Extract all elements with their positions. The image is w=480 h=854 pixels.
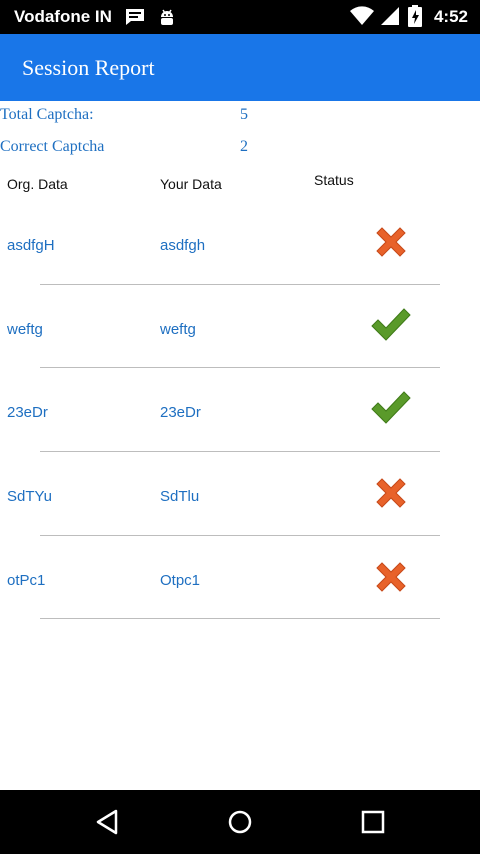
original-data-cell: otPc1 [7,572,46,589]
your-data-cell: asdfgh [160,237,206,254]
signal-icon [380,6,400,31]
column-header-yours: Your Data [160,176,222,192]
column-header-status: Status [314,172,354,188]
correct-check-icon [370,307,412,348]
message-icon [124,8,146,31]
your-data-cell: 23eDr [160,404,201,421]
total-captcha-label: Total Captcha: [0,106,94,123]
app-bar: Session Report [0,34,480,101]
status-bar: Vodafone IN 4:52 [0,0,480,34]
correct-captcha-value: 2 [240,138,248,155]
incorrect-cross-icon [372,223,410,266]
carrier-name: Vodafone IN [14,7,112,26]
total-captcha-value: 5 [240,106,248,123]
home-icon[interactable] [227,809,253,840]
navigation-bar [0,790,480,854]
row-divider [40,618,440,619]
incorrect-cross-icon [372,474,410,517]
android-debug-icon [158,8,176,33]
your-data-cell: weftg [160,321,196,338]
correct-captcha-label: Correct Captcha [0,138,105,155]
back-icon[interactable] [94,808,120,841]
your-data-cell: SdTlu [160,488,200,505]
table-row: 23eDr 23eDr [0,368,480,452]
page-title: Session Report [22,55,155,80]
table-row: weftg weftg [0,285,480,369]
original-data-cell: weftg [7,321,43,338]
original-data-cell: asdfgH [7,237,55,254]
table-row: asdfgH asdfgh [0,201,480,285]
original-data-cell: 23eDr [7,404,48,421]
your-data-cell: Otpc1 [160,572,201,589]
recents-icon[interactable] [361,810,385,839]
table-row: otPc1 Otpc1 [0,536,480,620]
correct-check-icon [370,390,412,431]
column-header-original: Org. Data [7,176,68,192]
original-data-cell: SdTYu [7,488,53,505]
wifi-icon [350,6,374,31]
table-row: SdTYu SdTlu [0,452,480,536]
incorrect-cross-icon [372,558,410,601]
battery-charging-icon [408,5,422,32]
clock: 4:52 [433,7,468,26]
